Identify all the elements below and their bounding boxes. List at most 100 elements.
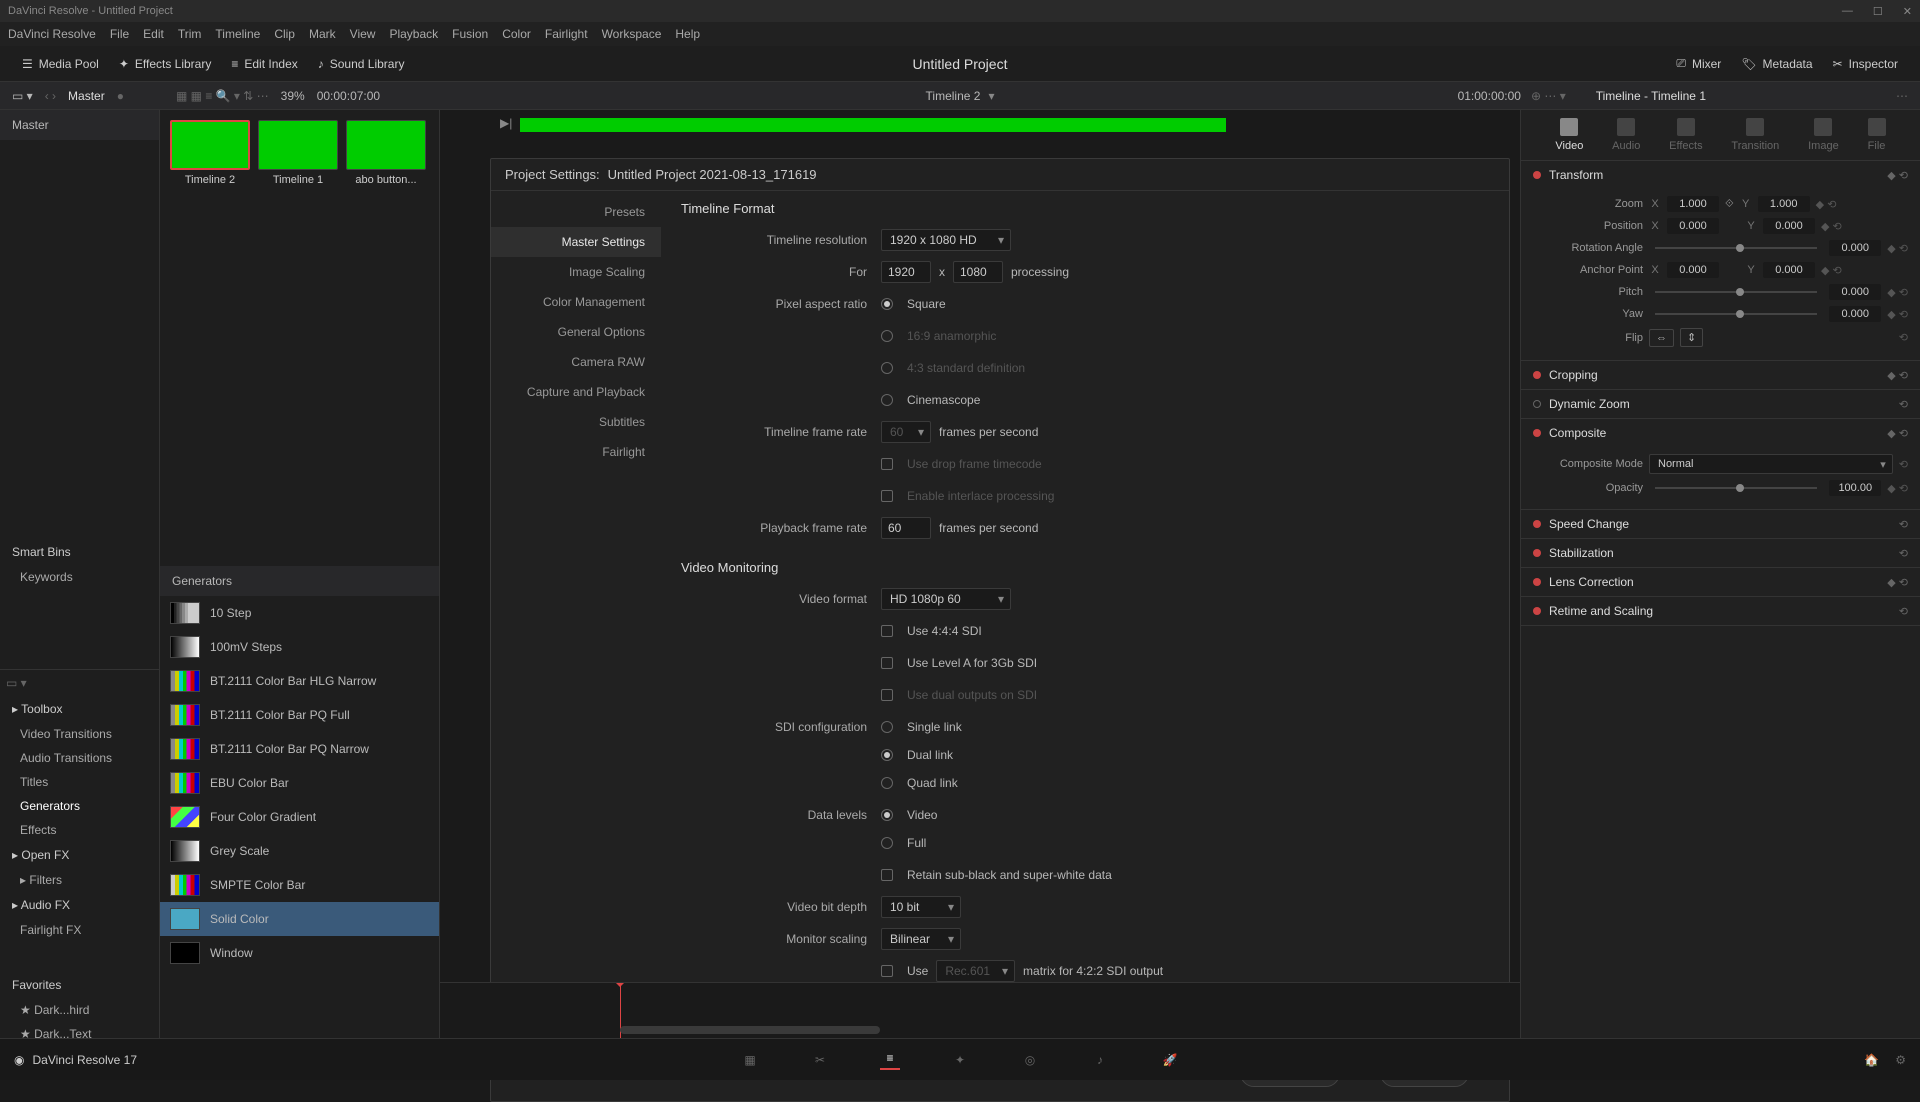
effects-category[interactable]: Effects <box>0 818 159 842</box>
menu-item[interactable]: Clip <box>274 27 295 41</box>
generator-item[interactable]: 10 Step <box>160 596 439 630</box>
video-format-dropdown[interactable]: HD 1080p 60 <box>881 588 1011 610</box>
retime-scaling-header[interactable]: Retime and Scaling⟲ <box>1521 597 1920 625</box>
cropping-header[interactable]: Cropping◆ ⟲ <box>1521 361 1920 389</box>
zoom-y-input[interactable]: 1.000 <box>1758 196 1810 212</box>
video-transitions[interactable]: Video Transitions <box>0 722 159 746</box>
anchor-y-input[interactable]: 0.000 <box>1763 262 1815 278</box>
transform-header[interactable]: Transform◆ ⟲ <box>1521 161 1920 189</box>
flip-h-button[interactable]: ⇔ <box>1649 329 1674 347</box>
generator-item[interactable]: EBU Color Bar <box>160 766 439 800</box>
generator-item-selected[interactable]: Solid Color <box>160 902 439 936</box>
tab-effects[interactable]: Effects <box>1669 118 1702 152</box>
mini-timeline[interactable] <box>520 118 1500 136</box>
zoom-x-input[interactable]: 1.000 <box>1667 196 1719 212</box>
res-width-input[interactable]: 1920 <box>881 261 931 283</box>
clip-thumbnail[interactable]: Timeline 2 <box>170 120 250 186</box>
clip-thumbnail[interactable]: abo button... <box>346 120 426 186</box>
inspector-button[interactable]: ✂Inspector <box>1823 52 1908 75</box>
menu-item[interactable]: Help <box>675 27 700 41</box>
master-bin-header[interactable]: Master <box>0 110 159 140</box>
yaw-input[interactable]: 0.000 <box>1829 306 1881 322</box>
favorite-item[interactable]: ★ Dark...hird <box>0 998 159 1022</box>
par-43-radio[interactable] <box>881 362 893 374</box>
fairlight-page-icon[interactable]: ♪ <box>1090 1050 1110 1070</box>
composite-header[interactable]: Composite◆ ⟲ <box>1521 419 1920 447</box>
opacity-slider[interactable] <box>1655 487 1817 489</box>
titles[interactable]: Titles <box>0 770 159 794</box>
playback-fps-input[interactable]: 60 <box>881 517 931 539</box>
media-pool-button[interactable]: ☰Media Pool <box>12 53 109 75</box>
composite-mode-dropdown[interactable]: Normal <box>1649 454 1893 474</box>
timeline-resolution-dropdown[interactable]: 1920 x 1080 HD <box>881 229 1011 251</box>
viewer-zoom[interactable]: 39% <box>281 89 305 103</box>
menu-item[interactable]: Mark <box>309 27 336 41</box>
par-square-radio[interactable] <box>881 298 893 310</box>
tab-video[interactable]: Video <box>1555 118 1583 152</box>
timeline-scrollbar[interactable] <box>620 1026 880 1034</box>
tab-image-scaling[interactable]: Image Scaling <box>491 257 661 287</box>
menu-item[interactable]: Color <box>502 27 531 41</box>
tab-image[interactable]: Image <box>1808 118 1839 152</box>
openfx-header[interactable]: ▸ Open FX <box>0 842 159 868</box>
menu-item[interactable]: Playback <box>389 27 438 41</box>
tab-file[interactable]: File <box>1868 118 1886 152</box>
par-cinemascope-radio[interactable] <box>881 394 893 406</box>
generator-item[interactable]: Window <box>160 936 439 970</box>
stabilization-header[interactable]: Stabilization⟲ <box>1521 539 1920 567</box>
smart-bins-header[interactable]: Smart Bins <box>0 539 159 565</box>
bin-dropdown-icon[interactable]: ▭ ▾ <box>12 89 33 103</box>
home-icon[interactable]: 🏠 <box>1864 1053 1879 1067</box>
generator-item[interactable]: SMPTE Color Bar <box>160 868 439 902</box>
edit-index-button[interactable]: ≡Edit Index <box>221 53 307 75</box>
tab-camera-raw[interactable]: Camera RAW <box>491 347 661 377</box>
play-icon[interactable]: ▶| <box>500 116 512 130</box>
level-a-checkbox[interactable] <box>881 657 893 669</box>
tab-master-settings[interactable]: Master Settings <box>491 227 661 257</box>
deliver-page-icon[interactable]: 🚀 <box>1160 1050 1180 1070</box>
audiofx-header[interactable]: ▸ Audio FX <box>0 892 159 918</box>
color-page-icon[interactable]: ◎ <box>1020 1050 1040 1070</box>
monitor-scaling-dropdown[interactable]: Bilinear <box>881 928 961 950</box>
edit-page-icon[interactable]: ≡ <box>880 1050 900 1070</box>
mixer-button[interactable]: ⎚Mixer <box>1666 52 1731 75</box>
generator-item[interactable]: BT.2111 Color Bar PQ Narrow <box>160 732 439 766</box>
maximize-icon[interactable]: ☐ <box>1873 5 1883 18</box>
metadata-button[interactable]: 🏷Metadata <box>1731 52 1822 75</box>
cut-page-icon[interactable]: ✂ <box>810 1050 830 1070</box>
menu-item[interactable]: Fusion <box>452 27 488 41</box>
rotation-slider[interactable] <box>1655 247 1817 249</box>
clip-thumbnail[interactable]: Timeline 1 <box>258 120 338 186</box>
sdi-single-radio[interactable] <box>881 721 893 733</box>
yaw-slider[interactable] <box>1655 313 1817 315</box>
use-matrix-checkbox[interactable] <box>881 965 893 977</box>
keywords-bin[interactable]: Keywords <box>0 565 159 589</box>
pitch-slider[interactable] <box>1655 291 1817 293</box>
tab-capture-playback[interactable]: Capture and Playback <box>491 377 661 407</box>
generator-item[interactable]: BT.2111 Color Bar HLG Narrow <box>160 664 439 698</box>
menu-item[interactable]: Trim <box>178 27 202 41</box>
par-169-radio[interactable] <box>881 330 893 342</box>
menu-item[interactable]: Timeline <box>215 27 260 41</box>
settings-icon[interactable]: ⚙ <box>1895 1053 1906 1067</box>
data-full-radio[interactable] <box>881 837 893 849</box>
bit-depth-dropdown[interactable]: 10 bit <box>881 896 961 918</box>
timeline-area[interactable] <box>440 982 1520 1038</box>
tab-fairlight[interactable]: Fairlight <box>491 437 661 467</box>
menu-item[interactable]: DaVinci Resolve <box>8 27 96 41</box>
menu-item[interactable]: Workspace <box>602 27 662 41</box>
master-bin[interactable]: Master <box>68 89 105 103</box>
pos-x-input[interactable]: 0.000 <box>1667 218 1719 234</box>
generator-item[interactable]: BT.2111 Color Bar PQ Full <box>160 698 439 732</box>
tab-presets[interactable]: Presets <box>491 197 661 227</box>
flip-v-button[interactable]: ⇕ <box>1680 328 1703 347</box>
pitch-input[interactable]: 0.000 <box>1829 284 1881 300</box>
opacity-input[interactable]: 100.00 <box>1829 480 1881 496</box>
timeline-name[interactable]: Timeline 2 <box>926 89 981 103</box>
tab-audio[interactable]: Audio <box>1612 118 1640 152</box>
tab-subtitles[interactable]: Subtitles <box>491 407 661 437</box>
tab-general-options[interactable]: General Options <box>491 317 661 347</box>
effects-library-button[interactable]: ✦Effects Library <box>109 53 222 75</box>
speed-change-header[interactable]: Speed Change⟲ <box>1521 510 1920 538</box>
generator-item[interactable]: Grey Scale <box>160 834 439 868</box>
